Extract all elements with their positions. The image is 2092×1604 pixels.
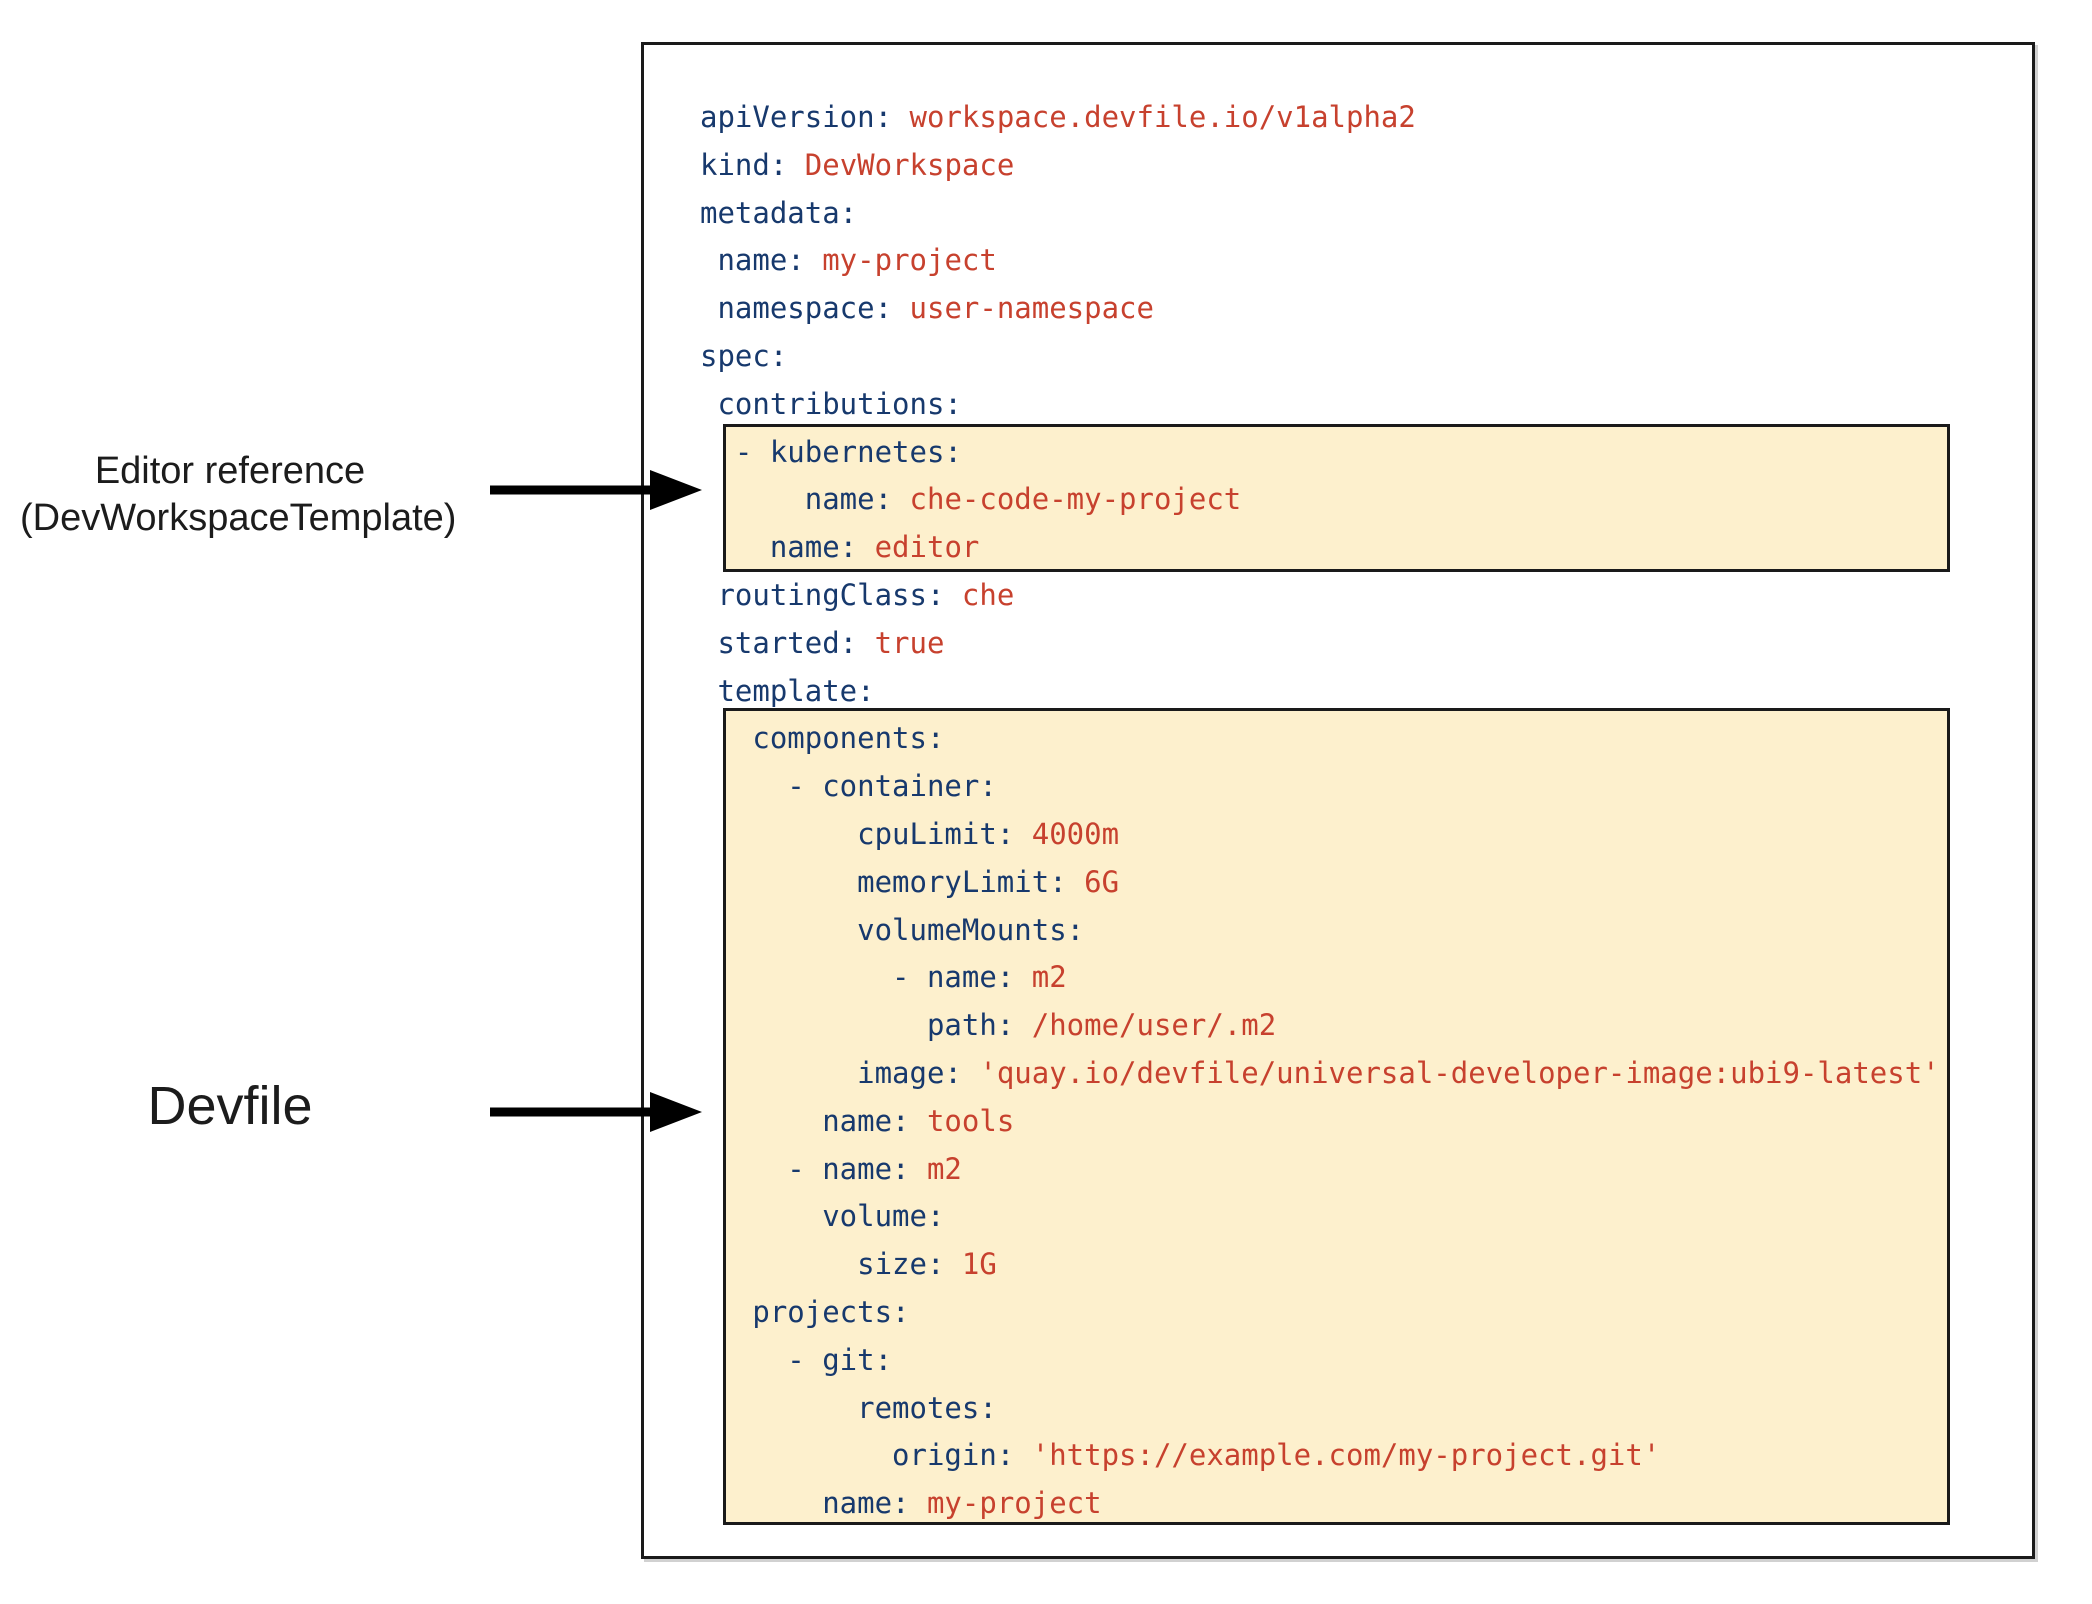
- yaml-key: started:: [700, 626, 857, 660]
- code-line: image: 'quay.io/devfile/universal-develo…: [700, 1050, 1940, 1098]
- yaml-key: name:: [700, 243, 805, 277]
- yaml-code: apiVersion: workspace.devfile.io/v1alpha…: [700, 94, 1940, 1528]
- yaml-value: /home/user/.m2: [1014, 1008, 1276, 1042]
- code-line: - name: m2: [700, 954, 1940, 1002]
- yaml-value: m2: [1014, 960, 1066, 994]
- code-line: - kubernetes:: [700, 429, 1940, 477]
- code-line: name: my-project: [700, 1480, 1940, 1528]
- devfile-label: Devfile: [20, 1078, 440, 1134]
- yaml-key: namespace:: [700, 291, 892, 325]
- code-line: remotes:: [700, 1385, 1940, 1433]
- yaml-key: routingClass:: [700, 578, 944, 612]
- code-line: memoryLimit: 6G: [700, 859, 1940, 907]
- yaml-key: volumeMounts:: [700, 913, 1084, 947]
- editor-reference-label-line1: Editor reference: [20, 448, 440, 495]
- code-line: - git:: [700, 1337, 1940, 1385]
- code-line: path: /home/user/.m2: [700, 1002, 1940, 1050]
- code-line: name: tools: [700, 1098, 1940, 1146]
- code-line: components:: [700, 715, 1940, 763]
- code-line: apiVersion: workspace.devfile.io/v1alpha…: [700, 94, 1940, 142]
- yaml-value: editor: [857, 530, 979, 564]
- yaml-key: apiVersion:: [700, 100, 892, 134]
- yaml-key: components:: [700, 721, 944, 755]
- editor-reference-label-line2: (DevWorkspaceTemplate): [20, 495, 440, 542]
- code-line: kind: DevWorkspace: [700, 142, 1940, 190]
- yaml-key: template:: [700, 674, 875, 708]
- yaml-value: workspace.devfile.io/v1alpha2: [892, 100, 1416, 134]
- code-line: size: 1G: [700, 1241, 1940, 1289]
- yaml-key: spec:: [700, 339, 787, 373]
- code-line: namespace: user-namespace: [700, 285, 1940, 333]
- yaml-value: 'https://example.com/my-project.git': [1014, 1438, 1660, 1472]
- editor-reference-arrow: [490, 468, 706, 512]
- yaml-key: remotes:: [700, 1391, 997, 1425]
- yaml-key: - name:: [700, 960, 1014, 994]
- yaml-value: che: [944, 578, 1014, 612]
- yaml-key: origin:: [700, 1438, 1014, 1472]
- yaml-key: - git:: [700, 1343, 892, 1377]
- code-line: started: true: [700, 620, 1940, 668]
- yaml-key: name:: [700, 482, 892, 516]
- yaml-key: projects:: [700, 1295, 910, 1329]
- yaml-key: cpuLimit:: [700, 817, 1014, 851]
- code-line: contributions:: [700, 381, 1940, 429]
- code-line: name: editor: [700, 524, 1940, 572]
- yaml-value: che-code-my-project: [892, 482, 1241, 516]
- yaml-value: 4000m: [1014, 817, 1119, 851]
- yaml-key: - kubernetes:: [700, 435, 962, 469]
- yaml-key: - container:: [700, 769, 997, 803]
- yaml-value: 6G: [1067, 865, 1119, 899]
- yaml-value: tools: [910, 1104, 1015, 1138]
- devfile-label-line1: Devfile: [20, 1078, 440, 1134]
- yaml-value: 'quay.io/devfile/universal-developer-ima…: [962, 1056, 1940, 1090]
- code-line: spec:: [700, 333, 1940, 381]
- yaml-value: m2: [910, 1152, 962, 1186]
- yaml-value: 1G: [944, 1247, 996, 1281]
- yaml-key: name:: [700, 530, 857, 564]
- diagram-canvas: apiVersion: workspace.devfile.io/v1alpha…: [0, 0, 2092, 1604]
- code-line: cpuLimit: 4000m: [700, 811, 1940, 859]
- code-line: projects:: [700, 1289, 1940, 1337]
- yaml-key: kind:: [700, 148, 787, 182]
- yaml-value: my-project: [805, 243, 997, 277]
- arrow-right-icon: [490, 468, 706, 512]
- yaml-key: image:: [700, 1056, 962, 1090]
- code-line: origin: 'https://example.com/my-project.…: [700, 1432, 1940, 1480]
- code-line: routingClass: che: [700, 572, 1940, 620]
- yaml-value: DevWorkspace: [787, 148, 1014, 182]
- code-line: name: che-code-my-project: [700, 476, 1940, 524]
- yaml-key: size:: [700, 1247, 944, 1281]
- devfile-arrow: [490, 1090, 706, 1134]
- code-line: - container:: [700, 763, 1940, 811]
- yaml-key: - name:: [700, 1152, 910, 1186]
- yaml-value: my-project: [910, 1486, 1102, 1520]
- arrow-right-icon: [490, 1090, 706, 1134]
- yaml-key: metadata:: [700, 196, 857, 230]
- yaml-value: true: [857, 626, 944, 660]
- yaml-key: volume:: [700, 1199, 944, 1233]
- code-line: volumeMounts:: [700, 907, 1940, 955]
- yaml-key: name:: [700, 1486, 910, 1520]
- code-line: - name: m2: [700, 1146, 1940, 1194]
- yaml-key: name:: [700, 1104, 910, 1138]
- code-line: name: my-project: [700, 237, 1940, 285]
- yaml-key: contributions:: [700, 387, 962, 421]
- editor-reference-label: Editor reference (DevWorkspaceTemplate): [20, 448, 440, 542]
- code-line: volume:: [700, 1193, 1940, 1241]
- code-line: metadata:: [700, 190, 1940, 238]
- yaml-key: memoryLimit:: [700, 865, 1067, 899]
- yaml-key: path:: [700, 1008, 1014, 1042]
- code-line: template:: [700, 668, 1940, 716]
- yaml-value: user-namespace: [892, 291, 1154, 325]
